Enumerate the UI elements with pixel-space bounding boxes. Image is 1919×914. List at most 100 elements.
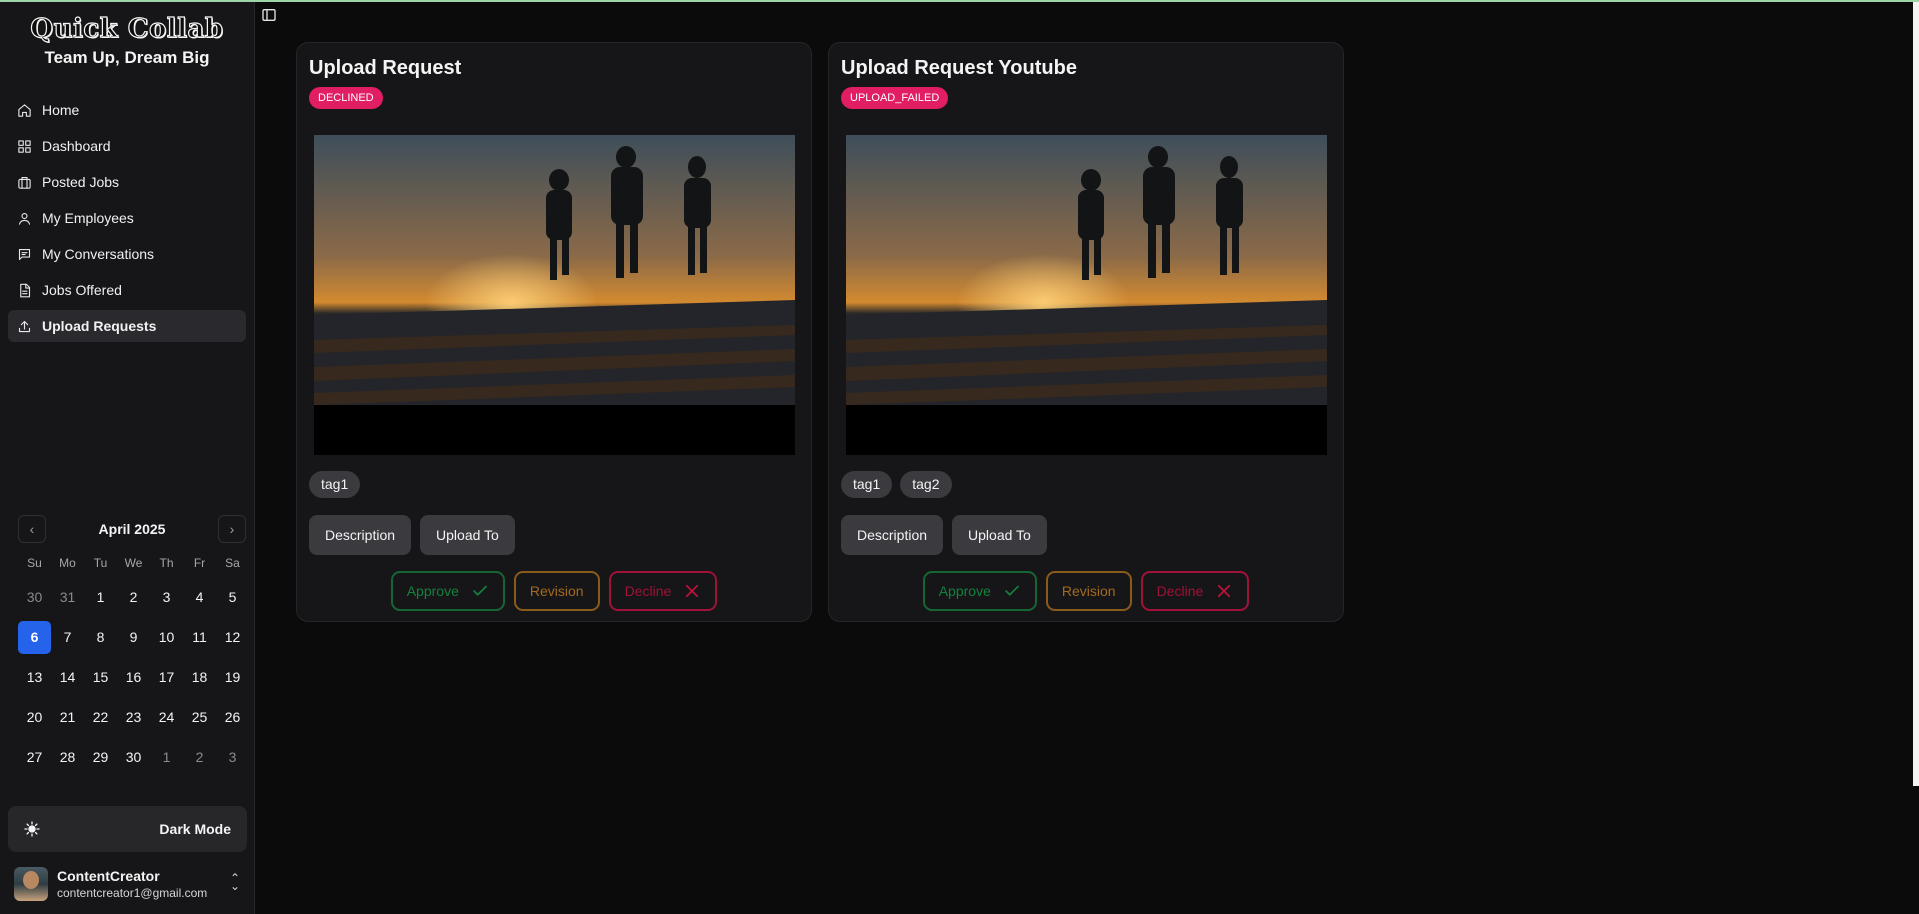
- calendar-day[interactable]: 18: [183, 661, 216, 694]
- avatar: [14, 867, 48, 901]
- tag-chip: tag1: [309, 471, 361, 498]
- calendar-day[interactable]: 2: [117, 581, 150, 614]
- check-icon: [1005, 585, 1019, 596]
- calendar-day[interactable]: 20: [18, 701, 51, 734]
- calendar-day[interactable]: 15: [84, 661, 117, 694]
- calendar-day[interactable]: 23: [117, 701, 150, 734]
- calendar-day[interactable]: 26: [216, 701, 249, 734]
- approve-button[interactable]: Approve: [390, 571, 505, 611]
- weekday-label: Mo: [59, 556, 76, 570]
- page-scrollbar[interactable]: [1913, 2, 1919, 786]
- sunset-image: [846, 135, 1327, 405]
- calendar-day[interactable]: 30: [18, 581, 51, 614]
- calendar-day[interactable]: 21: [51, 701, 84, 734]
- status-badge: UPLOAD_FAILED: [841, 87, 949, 109]
- dark-mode-label: Dark Mode: [159, 821, 231, 837]
- chevron-right-icon: ›: [229, 521, 235, 537]
- calendar-day[interactable]: 28: [51, 741, 84, 774]
- card-title: Upload Request: [309, 57, 462, 79]
- calendar-day[interactable]: 9: [117, 621, 150, 654]
- user-name: ContentCreator: [57, 868, 160, 884]
- sidebar-item-dashboard[interactable]: Dashboard: [8, 130, 246, 162]
- upload-to-button[interactable]: Upload To: [952, 515, 1047, 555]
- calendar: ‹ April 2025 › Su Mo Tu We Th Fr Sa 30 3…: [18, 514, 246, 774]
- tag-list: tag1: [309, 471, 361, 498]
- user-profile-menu[interactable]: ContentCreator contentcreator1@gmail.com…: [14, 864, 246, 904]
- calendar-day[interactable]: 1: [84, 581, 117, 614]
- calendar-day[interactable]: 5: [216, 581, 249, 614]
- weekday-label: Tu: [93, 556, 108, 570]
- calendar-day[interactable]: 3: [216, 741, 249, 774]
- calendar-day[interactable]: 22: [84, 701, 117, 734]
- tag-chip: tag2: [900, 471, 952, 498]
- sidebar-item-label: Upload Requests: [42, 318, 157, 334]
- sidebar-item-label: Dashboard: [42, 138, 111, 154]
- calendar-day[interactable]: 1: [150, 741, 183, 774]
- calendar-day[interactable]: 11: [183, 621, 216, 654]
- sidebar-item-my-conversations[interactable]: My Conversations: [8, 238, 246, 270]
- revision-label: Revision: [529, 583, 584, 599]
- next-month-button[interactable]: ›: [218, 515, 246, 543]
- weekday-label: Sa: [225, 556, 240, 570]
- sunset-image: [314, 135, 795, 405]
- decline-button[interactable]: Decline: [1140, 571, 1250, 611]
- upload-request-youtube-card: Upload Request Youtube UPLOAD_FAILED tag…: [828, 42, 1344, 622]
- approve-button[interactable]: Approve: [922, 571, 1037, 611]
- card-actions: Description Upload To: [841, 515, 1047, 555]
- previous-month-button[interactable]: ‹: [18, 515, 46, 543]
- sidebar-item-my-employees[interactable]: My Employees: [8, 202, 246, 234]
- calendar-day-selected[interactable]: 6: [18, 621, 51, 654]
- revision-button[interactable]: Revision: [513, 571, 600, 611]
- calendar-day[interactable]: 7: [51, 621, 84, 654]
- calendar-day[interactable]: 4: [183, 581, 216, 614]
- calendar-day[interactable]: 30: [117, 741, 150, 774]
- decline-button[interactable]: Decline: [608, 571, 718, 611]
- calendar-day[interactable]: 14: [51, 661, 84, 694]
- calendar-day[interactable]: 27: [18, 741, 51, 774]
- sidebar: Quick Collab Team Up, Dream Big Home Das…: [0, 2, 255, 914]
- chevron-up-down-icon: ⌃ ⌄: [229, 871, 240, 893]
- calendar-day[interactable]: 19: [216, 661, 249, 694]
- revision-button[interactable]: Revision: [1045, 571, 1132, 611]
- upload-to-button[interactable]: Upload To: [420, 515, 515, 555]
- calendar-day[interactable]: 31: [51, 581, 84, 614]
- upload-request-card: Upload Request DECLINED tag1 Description…: [296, 42, 812, 622]
- check-icon: [473, 585, 487, 596]
- sidebar-item-posted-jobs[interactable]: Posted Jobs: [8, 166, 246, 198]
- brand-subtitle: Team Up, Dream Big: [44, 48, 210, 67]
- weekday-label: We: [124, 556, 143, 570]
- calendar-day[interactable]: 2: [183, 741, 216, 774]
- calendar-day[interactable]: 29: [84, 741, 117, 774]
- calendar-day[interactable]: 3: [150, 581, 183, 614]
- sidebar-item-home[interactable]: Home: [8, 94, 246, 126]
- calendar-day[interactable]: 17: [150, 661, 183, 694]
- description-button[interactable]: Description: [841, 515, 944, 555]
- sidebar-item-label: My Employees: [42, 210, 134, 226]
- decision-buttons: Approve Revision Decline: [297, 571, 811, 611]
- close-icon: [1218, 584, 1231, 598]
- top-border: [0, 0, 1919, 2]
- card-actions: Description Upload To: [309, 515, 515, 555]
- calendar-day[interactable]: 24: [150, 701, 183, 734]
- document-icon: [20, 283, 31, 297]
- calendar-day[interactable]: 12: [216, 621, 249, 654]
- dark-mode-toggle[interactable]: Dark Mode: [8, 806, 247, 852]
- video-preview[interactable]: [314, 135, 795, 455]
- sidebar-item-upload-requests[interactable]: Upload Requests: [8, 310, 246, 342]
- video-preview[interactable]: [846, 135, 1327, 455]
- home-icon: [18, 103, 31, 117]
- calendar-day[interactable]: 10: [150, 621, 183, 654]
- calendar-day[interactable]: 8: [84, 621, 117, 654]
- approve-label: Approve: [938, 583, 991, 599]
- profile-text: ContentCreator contentcreator1@gmail.com: [57, 868, 207, 900]
- sidebar-item-jobs-offered[interactable]: Jobs Offered: [8, 274, 246, 306]
- approve-label: Approve: [406, 583, 459, 599]
- calendar-day[interactable]: 16: [117, 661, 150, 694]
- description-button[interactable]: Description: [309, 515, 412, 555]
- calendar-day[interactable]: 13: [18, 661, 51, 694]
- calendar-header: ‹ April 2025 ›: [18, 514, 246, 544]
- calendar-day[interactable]: 25: [183, 701, 216, 734]
- sidebar-item-label: Jobs Offered: [42, 282, 122, 298]
- brand-title: Quick Collab: [30, 13, 224, 44]
- sidebar-toggle-icon[interactable]: [261, 7, 277, 23]
